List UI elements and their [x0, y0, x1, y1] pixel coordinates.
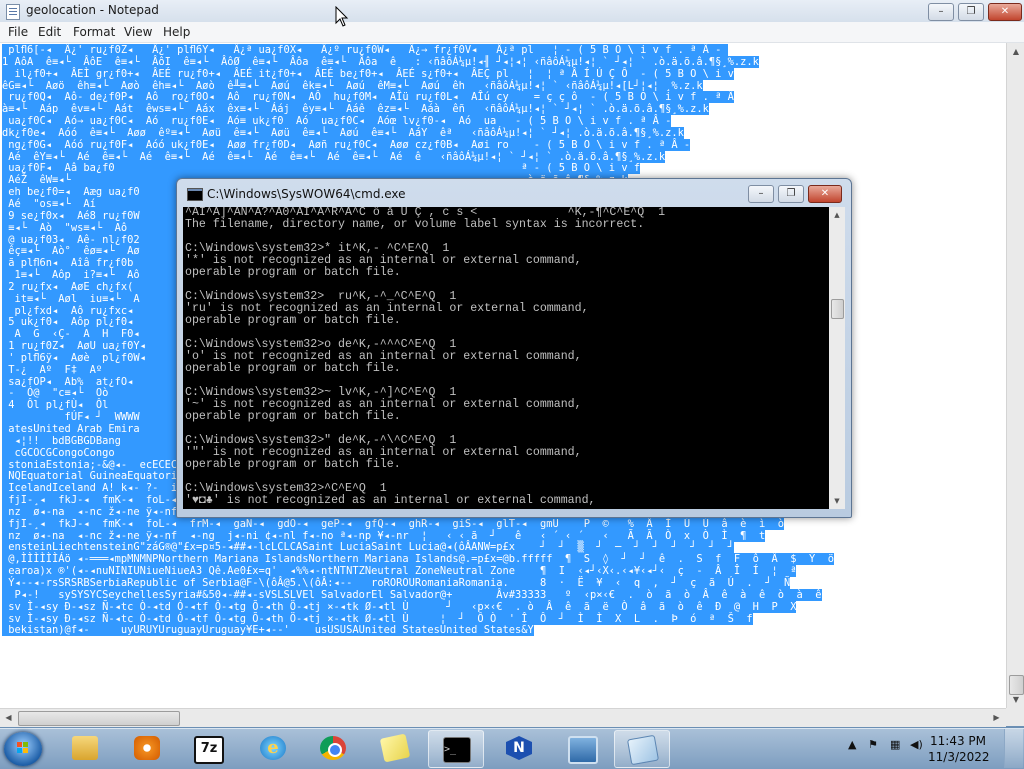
taskbar-chrome[interactable] — [306, 730, 360, 766]
text-line: plﬂ6[‑◂ Â¿' ru¿f0Z◂ Â¿' plﬂ6Y◂ Â¿ª ua¿f0… — [2, 44, 728, 56]
taskbar-explorer[interactable] — [58, 730, 112, 766]
chrome-icon — [320, 736, 346, 760]
remote-desktop-icon — [568, 736, 598, 764]
taskbar-media-player[interactable] — [120, 730, 174, 766]
horizontal-scrollbar[interactable]: ◀ ▶ — [0, 708, 1006, 727]
taskbar-remote-desktop[interactable] — [554, 730, 608, 766]
text-line: êG≡◂└ Aøö êh≡◂└ Aøò êh≡◂└ Aøò ê╨≡◂└ Aøú … — [2, 79, 703, 92]
console-line: operable program or batch file. — [185, 410, 401, 423]
notepad-icon — [6, 4, 20, 20]
scroll-right-icon[interactable]: ▶ — [988, 709, 1005, 727]
command-prompt-icon: >_ — [443, 737, 471, 763]
notepad-title: geolocation - Notepad — [26, 3, 159, 17]
console-output: ^AI^A]^AN^A?^A0^AI^A^R^A^C ô å Ü Ç , c s… — [185, 207, 665, 507]
7zip-icon: 7z — [194, 736, 224, 764]
folder-icon — [72, 736, 98, 760]
cmd-icon — [187, 188, 203, 201]
start-button[interactable] — [4, 732, 42, 766]
console-line: operable program or batch file. — [185, 314, 401, 327]
sticky-notes-icon — [379, 733, 411, 763]
console-line: operable program or batch file. — [185, 458, 401, 471]
text-line: ensteinLiechtensteinG"záG®@"£x=p¤5-◂##◂‑… — [2, 541, 734, 554]
taskbar-cmd[interactable]: >_ — [428, 730, 484, 768]
console-line: '♥◘♣' is not recognized as an internal o… — [185, 494, 596, 507]
console-line: operable program or batch file. — [185, 362, 401, 375]
notepad-titlebar[interactable]: geolocation - Notepad – ❐ ✕ — [0, 0, 1024, 22]
text-line: il¿f0+◂ ÂEÌ gr¿f0+◂ ÂEÉ ru¿f0+◂ ÂEÉ it¿f… — [2, 67, 734, 80]
network-icon[interactable]: ▦ — [890, 738, 900, 751]
text-line: @,ÌÌÌÌÌÌÁö ◂‑═══◂mpMNMNPNorthern Mariana… — [2, 553, 835, 566]
text-line: nz ø◂‑na ◂‑nc ž◂‑ne ÿ◂‑nf ◂‑ng j◂‑ni ¢◂‑… — [2, 529, 766, 542]
cmd-maximize-button[interactable]: ❐ — [778, 185, 804, 203]
cmd-title: C:\Windows\SysWOW64\cmd.exe — [207, 187, 406, 201]
scroll-down-icon[interactable]: ▼ — [1007, 691, 1024, 708]
text-line: earoa)x ®'(◂‑◂nuNINIUNiueNiueA3 Qê.Ae0£x… — [2, 565, 797, 578]
text-line: P◂‑! sySYSYCSeychellesSyria#&50◂‑##◂‑sVS… — [2, 588, 822, 601]
mouse-cursor-icon — [335, 6, 349, 27]
show-desktop-button[interactable] — [1004, 729, 1023, 768]
text-line: sv Ì‑◂sy Ð‑◂sz Ñ‑◂tc Ò‑◂td Ó‑◂tf Ô‑◂tg Õ… — [2, 612, 753, 625]
text-line: bekistan)@f◂‑ uyURUYUruguayUruguay¥E+◂‑‑… — [2, 624, 534, 637]
text-line: 1 AôA ê≡◂└ ÂôE ê≡◂└ ÂôI ê≡◂└ ÂôØ ê≡◂└ Âô… — [2, 55, 759, 68]
taskbar-sticky-notes[interactable] — [368, 730, 422, 766]
cmd-scrollbar[interactable]: ▲ ▼ — [829, 207, 845, 509]
cmd-minimize-button[interactable]: – — [748, 185, 774, 203]
action-center-icon[interactable]: ⚑ — [868, 738, 878, 751]
console-line: The filename, directory name, or volume … — [185, 218, 645, 231]
cmd-scroll-down-icon[interactable]: ▼ — [829, 493, 845, 509]
scroll-left-icon[interactable]: ◀ — [0, 709, 17, 727]
taskbar-launcher[interactable]: N — [492, 730, 546, 766]
menu-view[interactable]: View — [124, 25, 152, 39]
cmd-scroll-thumb[interactable] — [831, 299, 844, 319]
minimize-button[interactable]: – — [928, 3, 954, 21]
maximize-button[interactable]: ❐ — [958, 3, 984, 21]
taskbar-7zip[interactable]: 7z — [180, 730, 234, 766]
text-line: ua¿f0C◂ Aó→ ua¿f0C◂ Aó ru¿f0E◂ Aó≡ uk¿f0… — [2, 115, 672, 128]
text-line: Ý◂‑-◂‑rsSRSRBSerbiaRepublic of Serbia@F‑… — [2, 576, 791, 589]
volume-icon[interactable]: ◀) — [910, 738, 923, 751]
menu-bar: File Edit Format View Help — [0, 22, 1024, 43]
console-line: operable program or batch file. — [185, 266, 401, 279]
taskbar-internet-explorer[interactable]: e — [246, 730, 300, 766]
cmd-scroll-up-icon[interactable]: ▲ — [829, 207, 845, 223]
clock-time: 11:43 PM — [930, 734, 986, 748]
clock-date: 11/3/2022 — [928, 750, 990, 764]
text-line: Aé êY≡◂└ Aé ê≡◂└ Aé ê≡◂└ Aé ê≡◂└ Aé ê≡◂└… — [2, 150, 666, 163]
n-launcher-icon: N — [506, 736, 532, 760]
menu-file[interactable]: File — [8, 25, 28, 39]
text-line: sv Ì‑◂sy Ð‑◂sz Ñ‑◂tc Ò‑◂td Ó‑◂tf Ô‑◂tg Õ… — [2, 600, 797, 613]
cmd-window[interactable]: C:\Windows\SysWOW64\cmd.exe – ❐ ✕ ^AI^A]… — [176, 178, 852, 518]
vertical-scrollbar[interactable]: ▲ ▼ — [1006, 43, 1024, 708]
media-player-icon — [134, 736, 160, 760]
text-line: dk¿f0e◂ Aóó ê≡◂└ Aøø êº≡◂└ Aøü ê≡◂└ Aøü … — [2, 126, 684, 139]
menu-help[interactable]: Help — [163, 25, 190, 39]
text-line: à≡◂└ Aáp êv≡◂└ Aát êws≡◂└ Aáx êx≡◂└ Ááj … — [2, 103, 709, 116]
menu-edit[interactable]: Edit — [38, 25, 61, 39]
show-hidden-icons[interactable]: ▲ — [848, 738, 856, 751]
taskbar-notepad[interactable] — [614, 730, 670, 768]
text-line: ng¿f0G◂ Aóó ru¿f0F◂ Aóó uk¿f0E◂ Aøø fr¿f… — [2, 138, 691, 151]
scroll-up-icon[interactable]: ▲ — [1007, 43, 1024, 60]
size-grip[interactable] — [1006, 708, 1024, 726]
notepad-app-icon — [626, 734, 660, 766]
hscroll-thumb[interactable] — [18, 711, 180, 726]
text-line: ru¿f0Q◂ Aô- de¿f0P◂ Aô ro¿f0O◂ Aô ru¿f0N… — [2, 91, 734, 104]
text-line: ua¿f0F◂ Aâ ba¿f0 ª ‑ ( 5 B O \ i v f — [2, 162, 641, 175]
close-button[interactable]: ✕ — [988, 3, 1022, 21]
menu-format[interactable]: Format — [73, 25, 115, 39]
clock[interactable]: 11:43 PM 11/3/2022 — [928, 733, 990, 765]
windows-logo-icon — [17, 742, 29, 754]
text-line: fjI‑¸◂ fkJ‑◂ fmK‑◂ foL‑◂ frM‑◂ gaN‑◂ gdO… — [2, 517, 784, 530]
internet-explorer-icon: e — [260, 736, 286, 760]
cmd-console[interactable]: ^AI^A]^AN^A?^A0^AI^A^R^A^C ô å Ü Ç , c s… — [183, 207, 829, 509]
cmd-close-button[interactable]: ✕ — [808, 185, 842, 203]
